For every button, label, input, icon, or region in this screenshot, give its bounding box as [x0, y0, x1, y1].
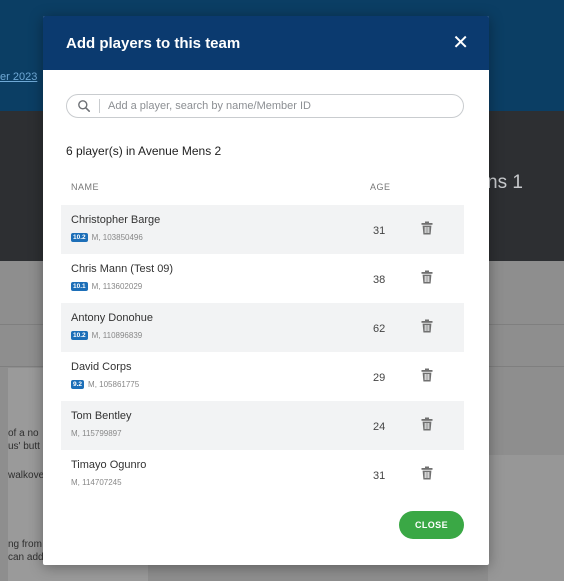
player-name: David Corps — [71, 361, 132, 373]
player-row: Christopher Barge 10.2 M, 103850496 31 — [61, 205, 464, 254]
player-search-box[interactable] — [66, 94, 464, 118]
players-table: Christopher Barge 10.2 M, 103850496 31 C… — [61, 205, 464, 499]
player-member-info: M, 114707245 — [71, 478, 122, 487]
player-member-info: M, 103850496 — [91, 233, 143, 242]
search-icon — [77, 99, 91, 113]
background-date-link: er 2023 — [0, 71, 38, 83]
player-meta: 10.2 M, 103850496 — [71, 233, 143, 242]
player-search-input[interactable] — [108, 100, 463, 112]
search-separator — [99, 99, 100, 113]
close-button[interactable]: CLOSE — [399, 511, 464, 539]
trash-icon[interactable] — [421, 368, 433, 382]
player-row: Timayo Ogunro M, 114707245 31 — [61, 450, 464, 499]
trash-icon[interactable] — [421, 319, 433, 333]
player-row: Tom Bentley M, 115799897 24 — [61, 401, 464, 450]
player-age: 62 — [373, 323, 386, 335]
rating-badge: 10.1 — [71, 282, 88, 291]
modal-title: Add players to this team — [66, 34, 241, 52]
background-text: walkove — [8, 470, 45, 481]
player-name: Christopher Barge — [71, 214, 161, 226]
player-member-info: M, 110896839 — [91, 331, 143, 340]
rating-badge: 9.2 — [71, 380, 85, 389]
add-players-modal: Add players to this team ✕ 6 player(s) i… — [43, 16, 489, 565]
player-meta: M, 114707245 — [71, 478, 122, 487]
player-name: Timayo Ogunro — [71, 459, 147, 471]
trash-icon[interactable] — [421, 466, 433, 480]
player-age: 29 — [373, 372, 386, 384]
player-count-text: 6 player(s) in Avenue Mens 2 — [66, 144, 222, 158]
trash-icon[interactable] — [421, 270, 433, 284]
background-team-title: ns 1 — [487, 172, 523, 193]
player-row: David Corps 9.2 M, 105861775 29 — [61, 352, 464, 401]
player-row: Chris Mann (Test 09) 10.1 M, 113602029 3… — [61, 254, 464, 303]
background-right-card — [488, 455, 564, 581]
trash-icon[interactable] — [421, 221, 433, 235]
player-row: Antony Donohue 10.2 M, 110896839 62 — [61, 303, 464, 352]
player-meta: 9.2 M, 105861775 — [71, 380, 139, 389]
player-member-info: M, 113602029 — [91, 282, 143, 291]
column-header-name: NAME — [71, 182, 100, 192]
background-text: ng from — [8, 539, 42, 550]
background-text: can add — [8, 552, 44, 563]
close-icon[interactable]: ✕ — [452, 33, 469, 53]
modal-header: Add players to this team ✕ — [43, 16, 489, 70]
background-text: of a no — [8, 428, 39, 439]
player-meta: 10.2 M, 110896839 — [71, 331, 142, 340]
player-meta: 10.1 M, 113602029 — [71, 282, 142, 291]
rating-badge: 10.2 — [71, 233, 88, 242]
player-name: Antony Donohue — [71, 312, 153, 324]
background-text: us' butt — [8, 441, 40, 452]
player-name: Chris Mann (Test 09) — [71, 263, 174, 275]
rating-badge: 10.2 — [71, 331, 88, 340]
player-age: 24 — [373, 421, 386, 433]
trash-icon[interactable] — [421, 417, 433, 431]
player-age: 38 — [373, 274, 386, 286]
player-member-info: M, 115799897 — [71, 429, 122, 438]
player-age: 31 — [373, 470, 386, 482]
player-meta: M, 115799897 — [71, 429, 122, 438]
player-member-info: M, 105861775 — [88, 380, 140, 389]
player-age: 31 — [373, 225, 386, 237]
player-name: Tom Bentley — [71, 410, 132, 422]
column-header-age: AGE — [370, 182, 391, 192]
